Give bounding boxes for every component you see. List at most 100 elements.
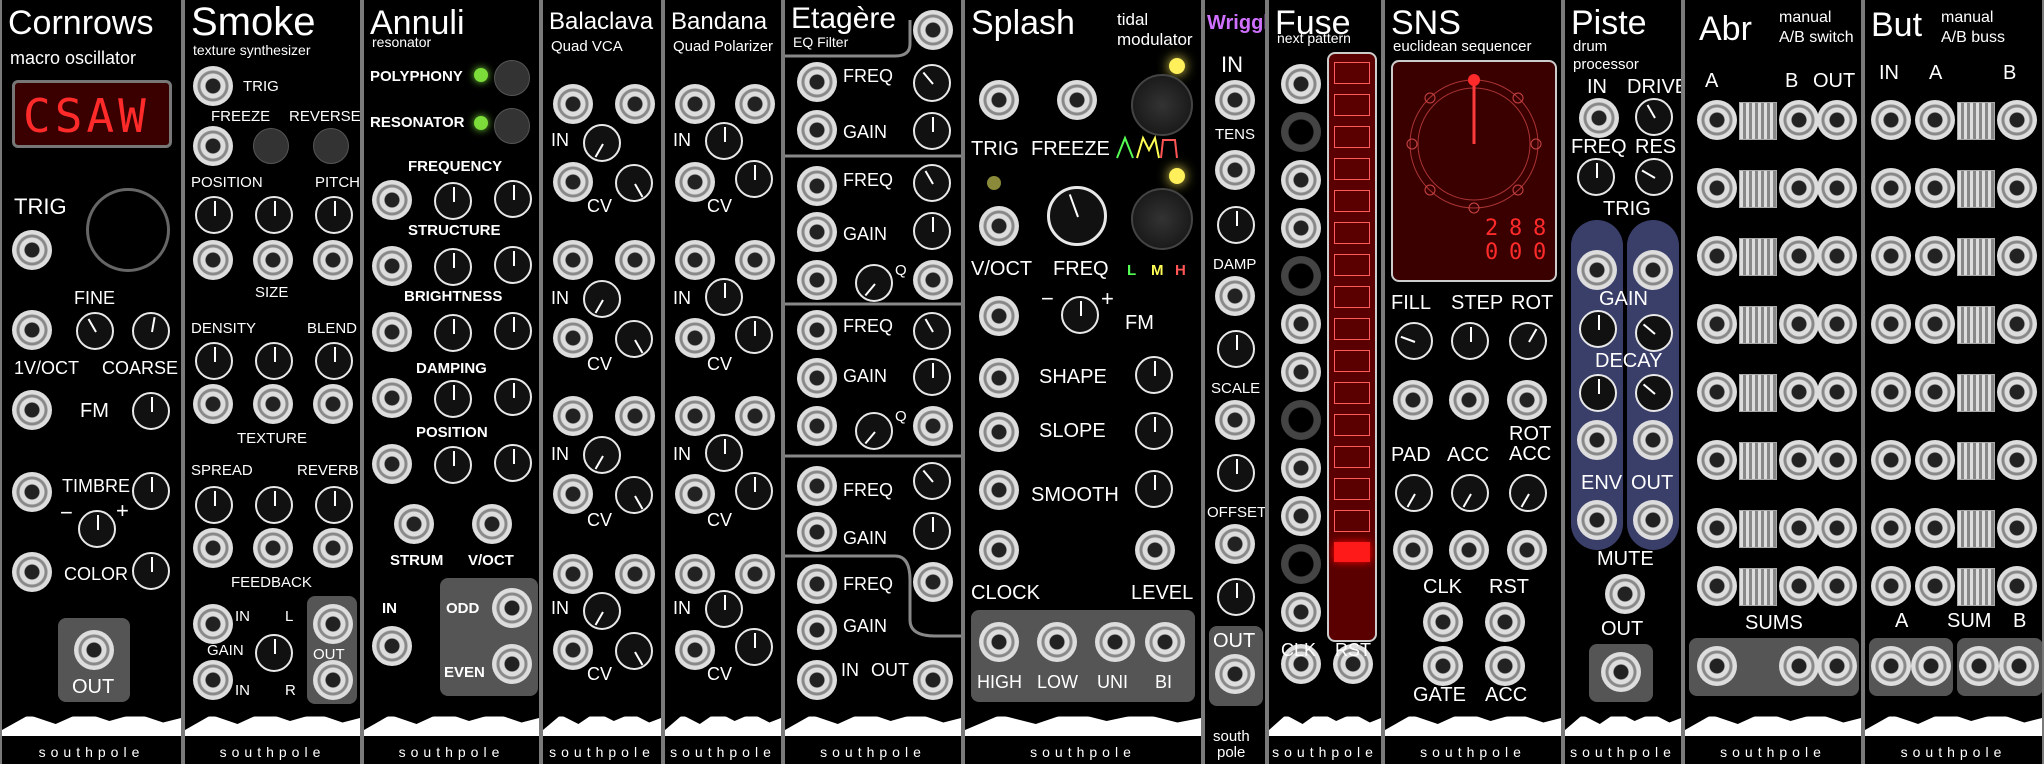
ab-switch[interactable] xyxy=(1957,568,1995,606)
b-out-jack[interactable] xyxy=(1997,440,2037,480)
position-knob[interactable] xyxy=(494,444,532,482)
pitch-knob[interactable] xyxy=(315,196,353,234)
channel-in-jack[interactable] xyxy=(675,396,715,436)
damp-knob[interactable] xyxy=(1217,330,1255,368)
in-jack[interactable] xyxy=(1871,566,1911,606)
damping-knob[interactable] xyxy=(494,378,532,416)
a-out-jack[interactable] xyxy=(1915,304,1955,344)
highshelf-gain-jack[interactable] xyxy=(797,512,837,552)
scale-knob[interactable] xyxy=(1217,454,1255,492)
band3-q-knob[interactable] xyxy=(855,412,893,450)
channel-gain-knob[interactable] xyxy=(705,590,743,628)
step-jack[interactable] xyxy=(1281,544,1321,584)
band2-q-knob[interactable] xyxy=(855,264,893,302)
slope-jack[interactable] xyxy=(979,412,1019,452)
band2-out-jack[interactable] xyxy=(913,260,953,300)
channel-gain-knob[interactable] xyxy=(583,280,621,318)
odd-jack[interactable] xyxy=(492,588,532,628)
b-jack[interactable] xyxy=(1779,100,1819,140)
ab-switch[interactable] xyxy=(1739,306,1777,344)
sum-b-jack[interactable] xyxy=(1779,646,1819,686)
smooth-jack[interactable] xyxy=(979,470,1019,510)
position-knob[interactable] xyxy=(195,196,233,234)
lowshelf-freq-jack[interactable] xyxy=(797,62,837,102)
shape-jack[interactable] xyxy=(979,358,1019,398)
in-jack[interactable] xyxy=(1579,98,1619,138)
ab-switch[interactable] xyxy=(1957,442,1995,480)
band3-out-jack[interactable] xyxy=(913,406,953,446)
step-jack[interactable] xyxy=(1281,304,1321,344)
b-jack[interactable] xyxy=(1779,566,1819,606)
frequency-knob[interactable] xyxy=(494,180,532,218)
resonator-button[interactable] xyxy=(494,108,530,144)
gain-a-knob[interactable] xyxy=(1579,310,1617,348)
out-jack[interactable] xyxy=(1817,440,1857,480)
ab-switch[interactable] xyxy=(1957,374,1995,412)
channel-cv-knob[interactable] xyxy=(615,632,653,670)
a-jack[interactable] xyxy=(1697,100,1737,140)
ab-switch[interactable] xyxy=(1957,306,1995,344)
channel-in-jack[interactable] xyxy=(553,554,593,594)
offset-jack[interactable] xyxy=(1215,524,1255,564)
in-jack[interactable] xyxy=(1871,440,1911,480)
fill-jack[interactable] xyxy=(1393,380,1433,420)
trig-a-jack[interactable] xyxy=(1577,250,1617,290)
channel-cv-jack[interactable] xyxy=(675,474,715,514)
size-jack[interactable] xyxy=(253,240,293,280)
trig-b-jack[interactable] xyxy=(1633,250,1673,290)
highshelf-freq-jack[interactable] xyxy=(797,466,837,506)
a-jack[interactable] xyxy=(1697,566,1737,606)
texture-knob[interactable] xyxy=(255,342,293,380)
b-jack[interactable] xyxy=(1779,508,1819,548)
channel-in-jack[interactable] xyxy=(553,240,593,280)
channel-out-jack[interactable] xyxy=(735,84,775,124)
a-out-jack[interactable] xyxy=(1915,566,1955,606)
fm-knob[interactable] xyxy=(132,392,170,430)
color-knob[interactable] xyxy=(132,552,170,590)
env-b-jack[interactable] xyxy=(1633,420,1673,460)
structure-knob[interactable] xyxy=(494,246,532,284)
gate-jack[interactable] xyxy=(1423,646,1463,686)
color-jack[interactable] xyxy=(12,552,52,592)
band3-gain-knob[interactable] xyxy=(913,358,951,396)
channel-in-jack[interactable] xyxy=(675,554,715,594)
rot-jack[interactable] xyxy=(1507,380,1547,420)
density-jack[interactable] xyxy=(193,384,233,424)
ab-switch[interactable] xyxy=(1739,510,1777,548)
channel-cv-knob[interactable] xyxy=(615,164,653,202)
range-button[interactable] xyxy=(1131,188,1193,250)
coarse-knob[interactable] xyxy=(132,312,170,350)
ab-switch[interactable] xyxy=(1739,442,1777,480)
channel-gain-knob[interactable] xyxy=(583,436,621,474)
in-jack[interactable] xyxy=(1871,304,1911,344)
step-knob[interactable] xyxy=(1451,322,1489,360)
b-out-jack[interactable] xyxy=(1997,508,2037,548)
channel-out-jack[interactable] xyxy=(735,396,775,436)
pad-knob[interactable] xyxy=(1395,474,1433,512)
ab-switch[interactable] xyxy=(1739,102,1777,140)
in-jack[interactable] xyxy=(1215,80,1255,120)
ab-switch[interactable] xyxy=(1957,102,1995,140)
highshelf-gain-knob[interactable] xyxy=(913,512,951,550)
in-jack[interactable] xyxy=(1871,372,1911,412)
channel-cv-knob[interactable] xyxy=(735,316,773,354)
smooth-knob[interactable] xyxy=(1135,470,1173,508)
in-jack[interactable] xyxy=(1871,236,1911,276)
b-out-jack[interactable] xyxy=(1997,168,2037,208)
channel-out-jack[interactable] xyxy=(615,84,655,124)
model-encoder[interactable] xyxy=(86,188,170,272)
timbre-knob[interactable] xyxy=(132,472,170,510)
out-jack[interactable] xyxy=(1817,168,1857,208)
mode-button[interactable] xyxy=(1131,74,1193,136)
sum-b-2-jack[interactable] xyxy=(1999,646,2039,686)
brightness-cv-knob[interactable] xyxy=(434,314,472,352)
out-b-jack[interactable] xyxy=(1633,500,1673,540)
channel-in-jack[interactable] xyxy=(675,240,715,280)
acc-jack[interactable] xyxy=(1449,530,1489,570)
channel-cv-knob[interactable] xyxy=(615,476,653,514)
ab-switch[interactable] xyxy=(1739,568,1777,606)
brightness-jack[interactable] xyxy=(372,312,412,352)
out-jack[interactable] xyxy=(913,660,953,700)
rst-jack[interactable] xyxy=(1485,602,1525,642)
blend-jack[interactable] xyxy=(313,384,353,424)
